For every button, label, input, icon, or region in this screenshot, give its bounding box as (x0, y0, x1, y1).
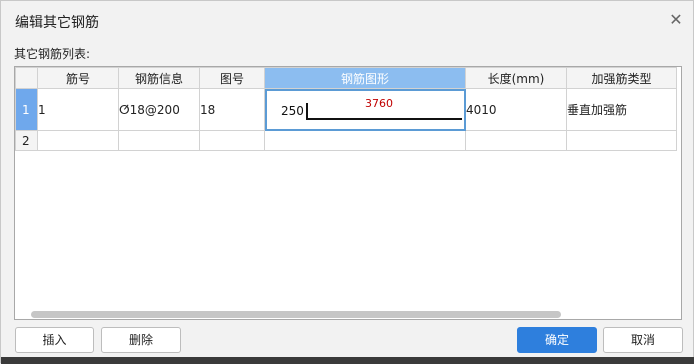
cell-reinforce-type[interactable]: 垂直加强筋 (566, 88, 677, 131)
column-header-bar-no[interactable]: 筋号 (37, 67, 119, 89)
table-row[interactable]: 1 1 ⵚ18@200 18 250 3760 4010 垂直加强筋 (15, 88, 677, 131)
grid-corner (15, 67, 38, 89)
shape-dimension-top: 3760 (365, 97, 393, 110)
column-header-length[interactable]: 长度(mm) (465, 67, 567, 89)
cell-length[interactable]: 4010 (465, 88, 567, 131)
column-header-fig-no[interactable]: 图号 (199, 67, 265, 89)
delete-button[interactable]: 删除 (101, 327, 181, 353)
cell-reinforce-type[interactable] (566, 130, 677, 151)
column-header-reinforce-type[interactable]: 加强筋类型 (566, 67, 677, 89)
table-row[interactable]: 2 (15, 130, 677, 151)
insert-button[interactable]: 插入 (15, 327, 94, 353)
dialog-title: 编辑其它钢筋 (15, 15, 99, 31)
cancel-button[interactable]: 取消 (603, 327, 683, 353)
ok-button[interactable]: 确定 (517, 327, 597, 353)
rebar-table: 筋号 钢筋信息 图号 钢筋图形 长度(mm) 加强筋类型 1 1 ⵚ18@200… (15, 67, 677, 151)
cell-bar-no[interactable]: 1 (37, 88, 119, 131)
edit-other-rebar-dialog: 编辑其它钢筋 ✕ 其它钢筋列表: 筋号 钢筋信息 图号 钢筋图形 长度(mm) … (0, 0, 694, 364)
cell-length[interactable] (465, 130, 567, 151)
row-number[interactable]: 2 (15, 130, 38, 151)
rebar-list-label: 其它钢筋列表: (14, 47, 91, 61)
cell-bar-no[interactable] (37, 130, 119, 151)
cell-rebar-info[interactable] (118, 130, 200, 151)
cell-rebar-shape[interactable] (264, 130, 466, 151)
shape-dimension-left: 250 (281, 104, 304, 118)
column-header-rebar-info[interactable]: 钢筋信息 (118, 67, 200, 89)
title-bar: 编辑其它钢筋 ✕ (1, 1, 693, 39)
cell-fig-no[interactable]: 18 (199, 88, 265, 131)
horizontal-scrollbar[interactable] (31, 311, 561, 318)
rebar-grid: 筋号 钢筋信息 图号 钢筋图形 长度(mm) 加强筋类型 1 1 ⵚ18@200… (14, 66, 682, 320)
cell-fig-no[interactable] (199, 130, 265, 151)
close-icon[interactable]: ✕ (667, 11, 685, 29)
row-number[interactable]: 1 (15, 88, 38, 131)
column-header-rebar-shape[interactable]: 钢筋图形 (264, 67, 466, 89)
cell-rebar-info[interactable]: ⵚ18@200 (118, 88, 200, 131)
cell-rebar-shape[interactable]: 250 3760 (264, 88, 466, 131)
